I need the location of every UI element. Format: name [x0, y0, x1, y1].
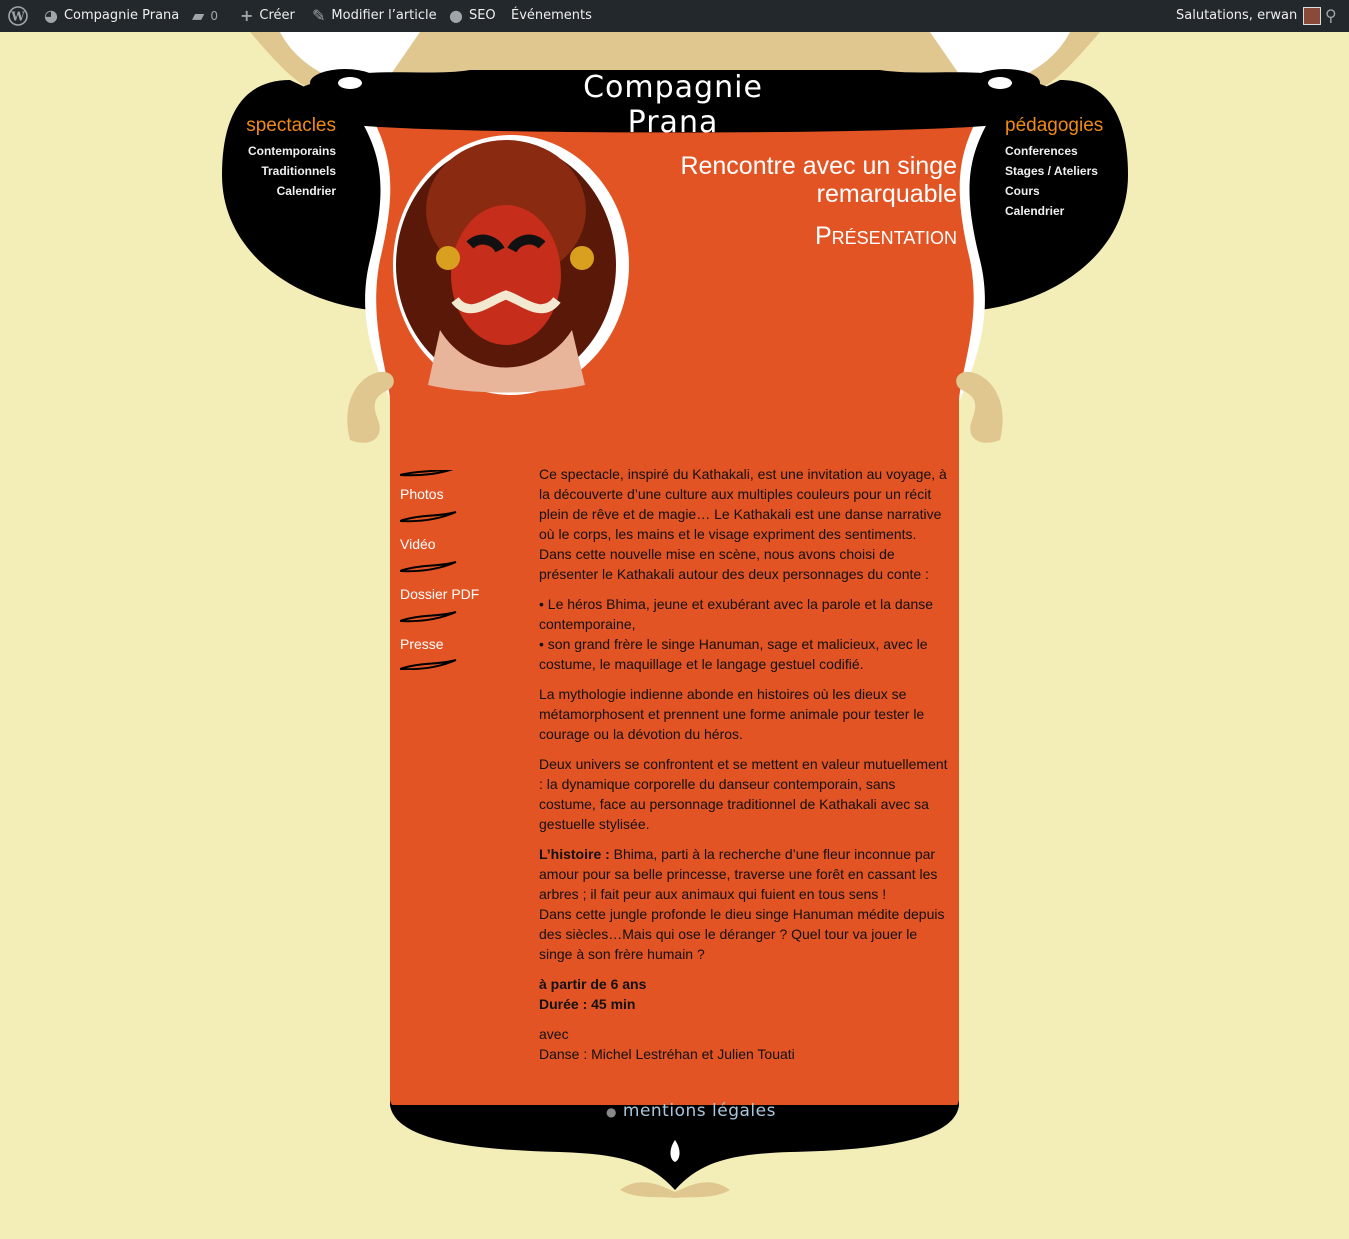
nav-item-calendrier-pedagogies[interactable]: Calendrier	[1005, 201, 1125, 221]
legal-notice-link[interactable]: ● mentions légales	[606, 1101, 776, 1121]
character-hanuman: • son grand frère le singe Hanuman, sage…	[539, 636, 928, 672]
pencil-icon: ✎	[312, 6, 326, 25]
show-sub-menu: Photos Vidéo Dossier PDF Presse	[400, 470, 500, 670]
nav-spectacles-heading[interactable]: spectacles	[222, 115, 336, 137]
section-title: Présentation	[814, 222, 957, 250]
nav-item-contemporains[interactable]: Contemporains	[222, 141, 336, 161]
character-bhima: • Le héros Bhima, jeune et exubérant ave…	[539, 596, 934, 632]
comment-icon: ▰	[192, 6, 205, 25]
site-name-link[interactable]: ◕ Compagnie Prana	[44, 0, 179, 32]
paragraph-universes: Deux univers se confrontent et se metten…	[539, 756, 948, 832]
nav-item-conferences[interactable]: Conferences	[1005, 141, 1125, 161]
edit-label: Modifier l’article	[331, 8, 437, 23]
sub-menu-presse[interactable]: Presse	[400, 620, 500, 670]
svg-text:W: W	[10, 10, 25, 24]
nav-pedagogies-heading[interactable]: pédagogies	[1005, 115, 1125, 137]
comments-count: 0	[210, 9, 218, 23]
sub-menu-dossier-pdf[interactable]: Dossier PDF	[400, 570, 500, 620]
duration-info: Durée : 45 min	[539, 996, 636, 1012]
sub-menu-photos-label: Photos	[400, 486, 444, 502]
search-button[interactable]: ⚲	[1325, 0, 1337, 32]
edit-post-button[interactable]: ✎ Modifier l’article	[312, 0, 437, 32]
age-info: à partir de 6 ans	[539, 976, 647, 992]
story-label: L’histoire :	[539, 846, 610, 862]
plus-icon: +	[240, 6, 254, 25]
article-content: Ce spectacle, inspiré du Kathakali, est …	[539, 464, 951, 1074]
with-label: avec	[539, 1026, 569, 1042]
bullet-icon: ●	[606, 1105, 617, 1119]
paragraph-characters: • Le héros Bhima, jeune et exubérant ave…	[539, 594, 951, 674]
seo-label: SEO	[468, 8, 496, 23]
sub-menu-video-label: Vidéo	[400, 536, 436, 552]
cast-text: Danse : Michel Lestréhan et Julien Touat…	[539, 1046, 795, 1062]
paragraph-mythology: La mythologie indienne abonde en histoir…	[539, 686, 925, 742]
avatar	[1303, 7, 1322, 25]
nav-item-traditionnels[interactable]: Traditionnels	[222, 161, 336, 181]
create-new-button[interactable]: + Créer	[240, 0, 295, 32]
sub-menu-dossier-pdf-label: Dossier PDF	[400, 586, 480, 602]
paragraph-intro: Ce spectacle, inspiré du Kathakali, est …	[539, 466, 947, 582]
site-logo[interactable]: Compagnie Prana	[553, 70, 793, 140]
events-menu[interactable]: Événements	[511, 0, 592, 32]
nav-item-stages-ateliers[interactable]: Stages / Ateliers	[1005, 161, 1125, 181]
sub-menu-presse-label: Presse	[400, 636, 444, 652]
site-name-label: Compagnie Prana	[63, 8, 180, 23]
create-label: Créer	[259, 8, 295, 23]
seo-menu[interactable]: ● SEO	[449, 0, 496, 32]
paragraph-story: L’histoire : Bhima, parti à la recherche…	[539, 844, 951, 964]
comments-link[interactable]: ▰ 0	[192, 0, 218, 32]
events-label: Événements	[511, 8, 592, 23]
nav-spectacles: spectacles Contemporains Traditionnels C…	[222, 115, 336, 201]
admin-bar: W ◕ Compagnie Prana ▰ 0 + Créer ✎ Modifi…	[0, 0, 1349, 32]
greeting-label: Salutations, erwan	[1176, 8, 1298, 23]
nav-pedagogies: pédagogies Conferences Stages / Ateliers…	[1005, 115, 1125, 221]
paragraph-info: à partir de 6 ans Durée : 45 min	[539, 974, 951, 1014]
legal-notice-label: mentions légales	[622, 1101, 776, 1121]
paragraph-cast: avec Danse : Michel Lestréhan et Julien …	[539, 1024, 951, 1064]
sub-menu-photos[interactable]: Photos	[400, 470, 500, 520]
wordpress-logo-icon[interactable]: W	[8, 0, 28, 32]
nav-item-cours[interactable]: Cours	[1005, 181, 1125, 201]
dashboard-icon: ◕	[44, 6, 58, 25]
story-text-2: Dans cette jungle profonde le dieu singe…	[539, 906, 945, 962]
search-icon: ⚲	[1325, 6, 1337, 25]
my-account-menu[interactable]: Salutations, erwan	[1176, 0, 1322, 32]
nav-item-calendrier-spectacles[interactable]: Calendrier	[222, 181, 336, 201]
sub-menu-video[interactable]: Vidéo	[400, 520, 500, 570]
show-title: Rencontre avec un singe remarquable	[680, 152, 957, 208]
seo-status-icon: ●	[449, 6, 463, 25]
